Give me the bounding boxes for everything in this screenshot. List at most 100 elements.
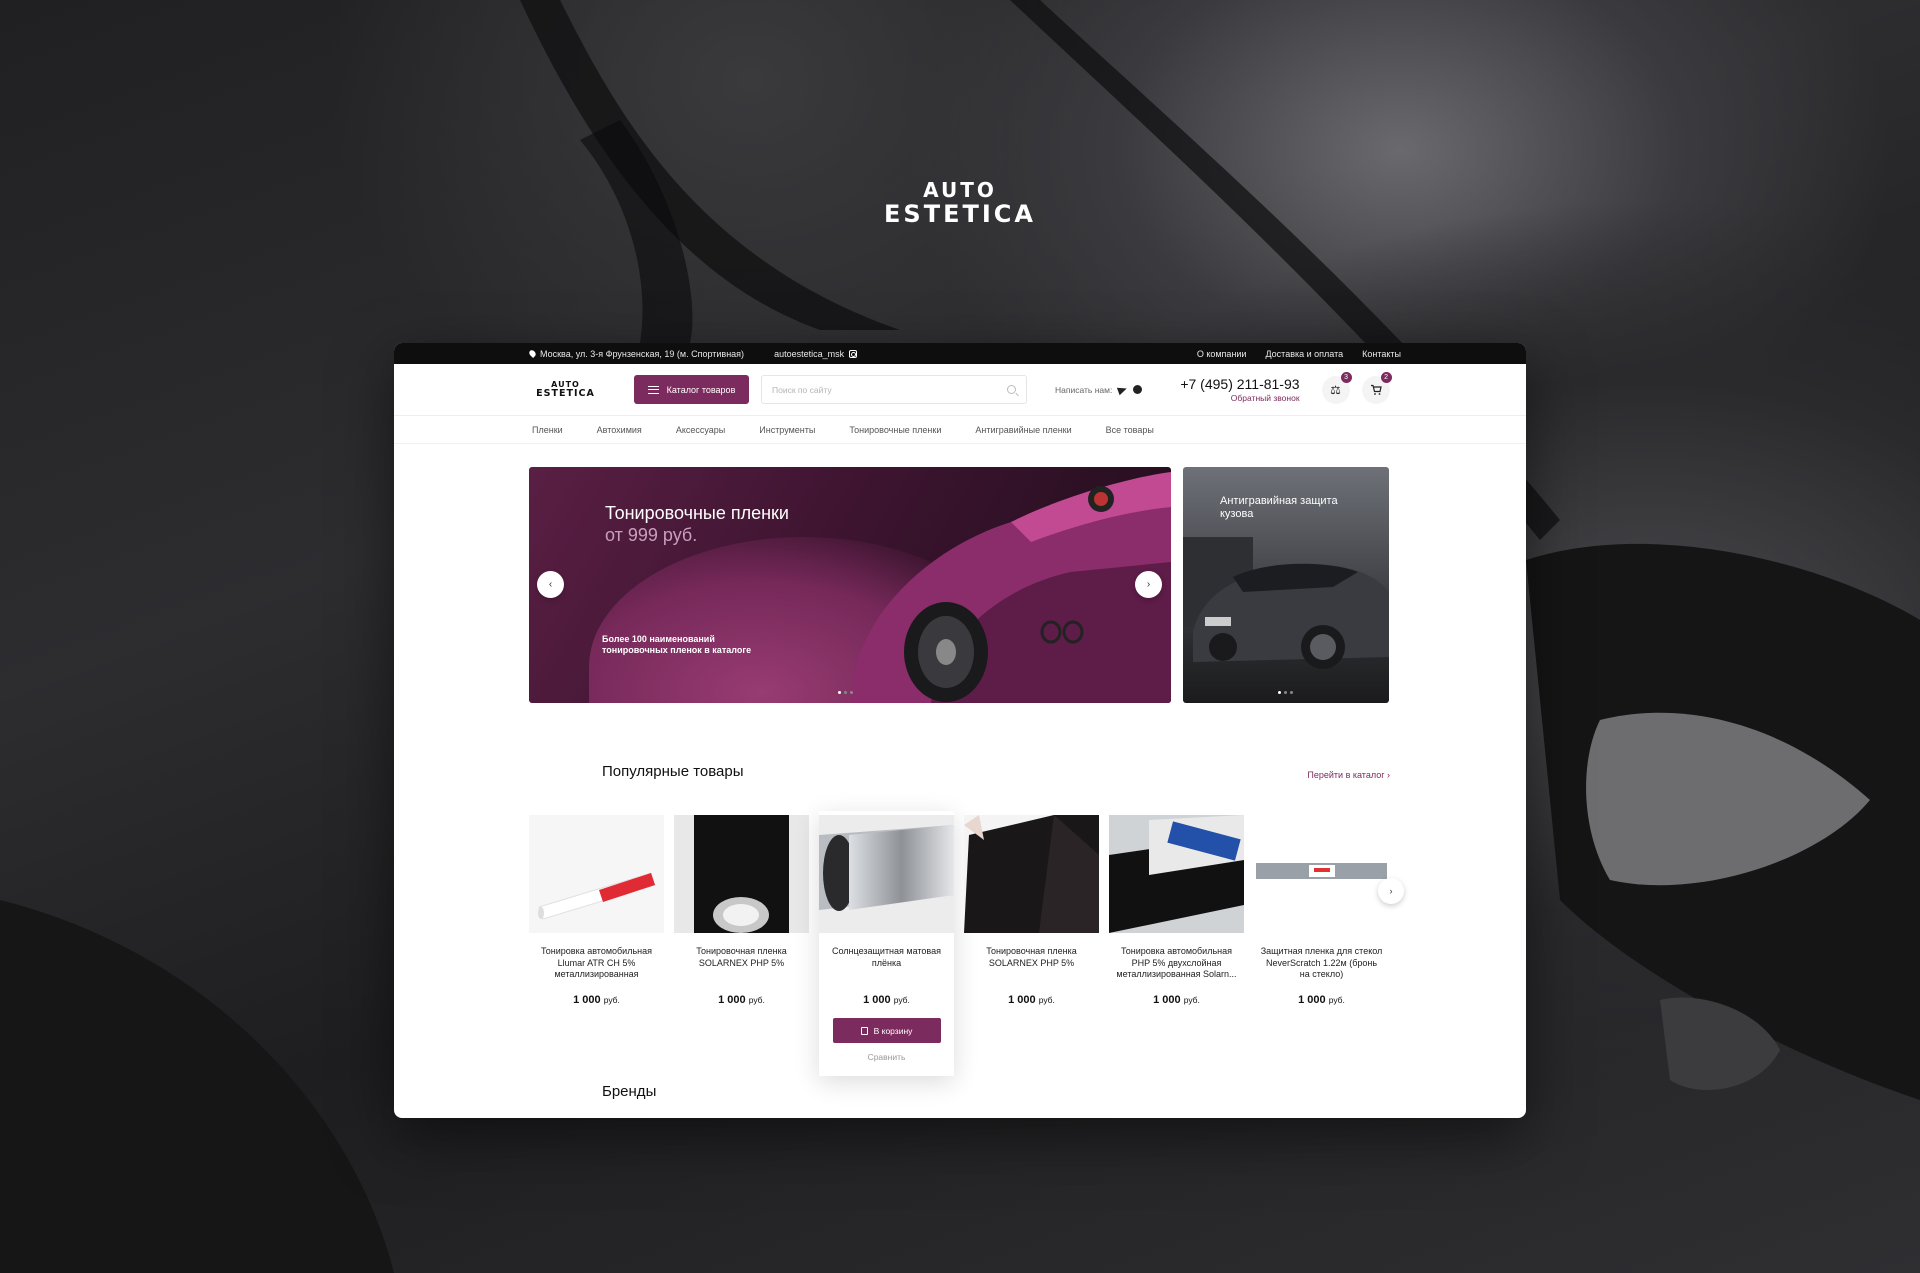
add-to-cart-button[interactable]: В корзину <box>832 1018 941 1043</box>
side-banner[interactable]: Антигравийная защита кузова <box>1183 467 1389 703</box>
brand-logo: AUTO ESTETICA <box>860 178 1060 228</box>
product-name[interactable]: Тонировка автомобильная Llumar ATR CH 5%… <box>529 946 664 982</box>
hero-prev-button[interactable]: ‹ <box>537 571 564 598</box>
link-delivery[interactable]: Доставка и оплата <box>1265 349 1343 359</box>
product-image <box>1254 815 1389 933</box>
link-about[interactable]: О компании <box>1197 349 1247 359</box>
product-card[interactable]: Защитная пленка для стекол NeverScratch … <box>1254 815 1389 1076</box>
hero-next-button[interactable]: › <box>1135 571 1162 598</box>
search-box <box>761 375 1027 404</box>
address[interactable]: Москва, ул. 3-я Фрунзенская, 19 (м. Спор… <box>527 348 745 359</box>
search-input[interactable] <box>772 384 1007 395</box>
scales-icon: ⚖ <box>1330 382 1341 397</box>
brand-logo-line1: AUTO <box>923 178 997 202</box>
cart-count-badge: 2 <box>1380 371 1392 383</box>
nav-item-antigravel-films[interactable]: Антигравийные пленки <box>975 425 1071 435</box>
hero-row: Тонировочные пленки от 999 руб. Более 10… <box>529 467 1389 703</box>
address-text: Москва, ул. 3-я Фрунзенская, 19 (м. Спор… <box>540 348 745 359</box>
site-window: Москва, ул. 3-я Фрунзенская, 19 (м. Спор… <box>394 343 1526 1118</box>
product-image <box>964 815 1099 933</box>
chevron-right-icon: › <box>1146 579 1151 590</box>
brands-title: Бренды <box>602 1083 657 1100</box>
product-image <box>529 815 664 933</box>
price-currency: руб. <box>1328 995 1345 1005</box>
side-dot[interactable] <box>1290 691 1293 694</box>
site-logo-line2: ESTETICA <box>536 387 595 399</box>
product-name[interactable]: Солнцезащитная матовая плёнка <box>819 946 954 982</box>
phone-block: +7 (495) 211-81-93 Обратный звонок <box>1180 376 1299 403</box>
product-name[interactable]: Тонировка автомобильная PHP 5% двухслойн… <box>1109 946 1244 982</box>
hero-dot[interactable] <box>838 691 841 694</box>
phone-number[interactable]: +7 (495) 211-81-93 <box>1180 376 1299 392</box>
instagram-handle: autoestetica_msk <box>774 348 845 359</box>
compare-button[interactable]: ⚖ 3 <box>1321 371 1352 404</box>
price-currency: руб. <box>1183 995 1200 1005</box>
nav-item-tools[interactable]: Инструменты <box>759 425 815 435</box>
price-currency: руб. <box>748 995 765 1005</box>
price-value: 1 000 <box>1008 994 1036 1006</box>
price-currency: руб. <box>603 995 620 1005</box>
location-icon <box>527 348 538 359</box>
side-dot[interactable] <box>1284 691 1287 694</box>
side-banner-title: Антигравийная защита кузова <box>1220 495 1338 520</box>
product-image <box>674 815 809 933</box>
side-dot[interactable] <box>1278 691 1281 694</box>
chevron-right-icon: › <box>1387 770 1390 780</box>
price-currency: руб. <box>1038 995 1055 1005</box>
nav-item-accessories[interactable]: Аксессуары <box>676 425 725 435</box>
top-bar: Москва, ул. 3-я Фрунзенская, 19 (м. Спор… <box>394 343 1526 364</box>
product-carousel: Тонировка автомобильная Llumar ATR CH 5%… <box>529 811 1389 1076</box>
hero-title: Тонировочные пленки <box>605 503 789 523</box>
nav-item-all-products[interactable]: Все товары <box>1106 425 1154 435</box>
product-card[interactable]: Тонировочная пленка SOLARNEX PHP 5% 1 00… <box>964 815 1099 1076</box>
side-banner-dots <box>1278 691 1293 694</box>
catalog-button[interactable]: Каталог товаров <box>634 375 749 404</box>
product-name[interactable]: Тонировочная пленка SOLARNEX PHP 5% <box>964 946 1099 982</box>
link-contacts[interactable]: Контакты <box>1362 349 1401 359</box>
price-value: 1 000 <box>1298 994 1326 1006</box>
hero-subtitle: Более 100 наименований тонировочных плен… <box>602 634 752 656</box>
category-nav: Пленки Автохимия Аксессуары Инструменты … <box>394 416 1526 444</box>
write-us-label: Написать нам: <box>1055 384 1113 395</box>
product-card[interactable]: Тонировка автомобильная PHP 5% двухслойн… <box>1109 815 1244 1076</box>
instagram-link[interactable]: autoestetica_msk <box>774 348 858 359</box>
header: AUTO ESTETICA Каталог товаров Написать н… <box>394 364 1526 416</box>
site-logo[interactable]: AUTO ESTETICA <box>529 380 602 399</box>
product-image <box>1109 815 1244 933</box>
price-value: 1 000 <box>718 994 746 1006</box>
menu-icon <box>647 385 659 394</box>
nav-item-autochem[interactable]: Автохимия <box>597 425 642 435</box>
price-currency: руб. <box>893 995 910 1005</box>
catalog-button-label: Каталог товаров <box>666 384 736 395</box>
product-name[interactable]: Тонировочная пленка SOLARNEX PHP 5% <box>674 946 809 982</box>
nav-item-films[interactable]: Пленки <box>532 425 563 435</box>
hero-banner[interactable]: Тонировочные пленки от 999 руб. Более 10… <box>529 467 1171 703</box>
brand-logo-line2: ESTETICA <box>884 200 1036 228</box>
product-card[interactable]: Тонировка автомобильная Llumar ATR CH 5%… <box>529 815 664 1076</box>
product-price: 1 000 руб. <box>964 994 1099 1006</box>
search-icon[interactable] <box>1007 385 1016 394</box>
product-image <box>819 815 954 933</box>
product-card[interactable]: Тонировочная пленка SOLARNEX PHP 5% 1 00… <box>674 815 809 1076</box>
carousel-next-button[interactable]: › <box>1378 878 1404 904</box>
compare-link[interactable]: Сравнить <box>819 1052 954 1062</box>
telegram-icon[interactable] <box>1117 384 1129 395</box>
callback-link[interactable]: Обратный звонок <box>1180 393 1300 403</box>
cart-button[interactable]: 2 <box>1361 371 1392 404</box>
top-links: О компании Доставка и оплата Контакты <box>1197 349 1401 359</box>
price-value: 1 000 <box>573 994 601 1006</box>
bag-icon <box>860 1026 868 1035</box>
product-name[interactable]: Защитная пленка для стекол NeverScratch … <box>1254 946 1389 982</box>
to-catalog-link[interactable]: Перейти в каталог › <box>1307 770 1390 780</box>
hero-dot[interactable] <box>844 691 847 694</box>
messengers: Написать нам: <box>1055 384 1143 395</box>
nav-item-tint-films[interactable]: Тонировочные пленки <box>849 425 941 435</box>
product-card-hovered[interactable]: Солнцезащитная матовая плёнка 1 000 руб.… <box>819 811 954 1076</box>
product-price: 1 000 руб. <box>674 994 809 1006</box>
hero-dot[interactable] <box>850 691 853 694</box>
compare-count-badge: 3 <box>1340 371 1352 383</box>
whatsapp-icon[interactable] <box>1133 385 1143 394</box>
cart-icon <box>1370 384 1382 395</box>
add-to-cart-label: В корзину <box>873 1025 913 1036</box>
product-price: 1 000 руб. <box>819 994 954 1006</box>
